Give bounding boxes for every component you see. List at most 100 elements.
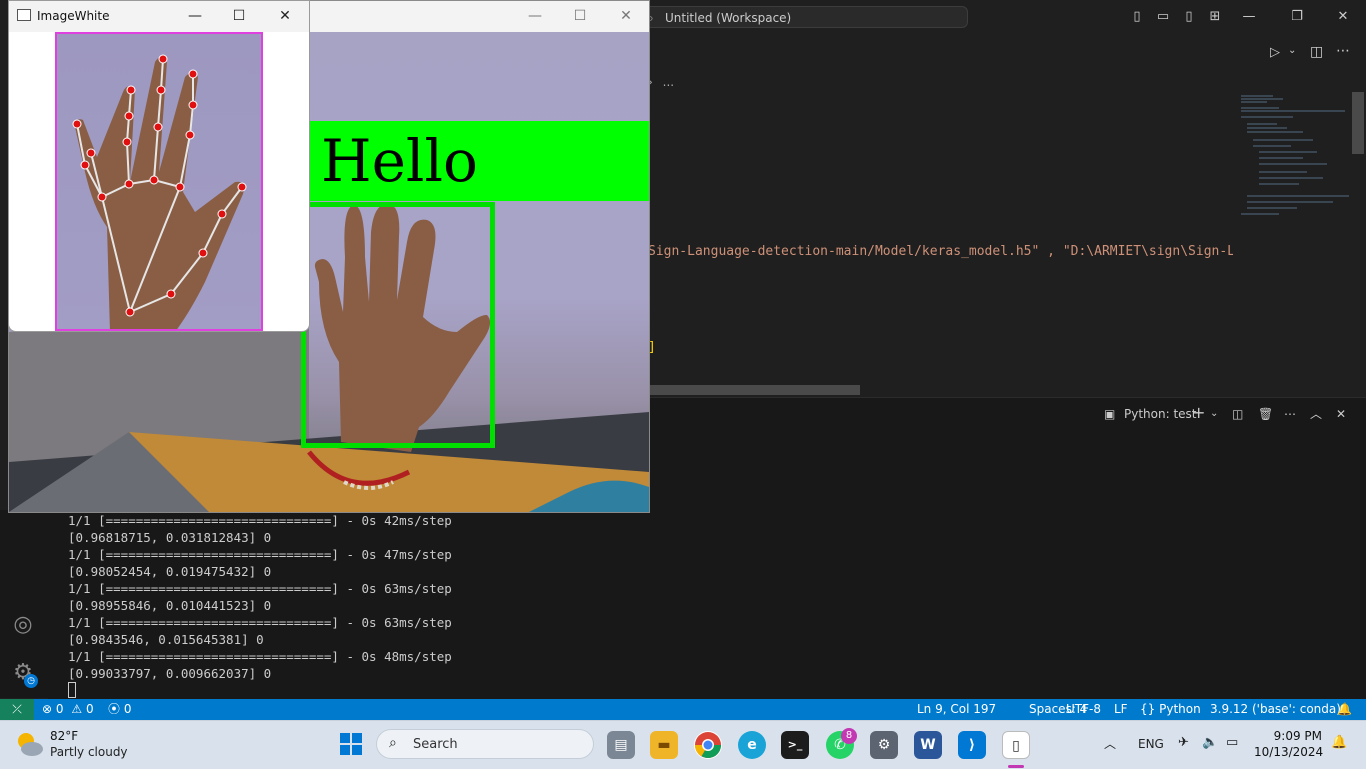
ports-count: 0 [123,702,132,716]
customize-layout-icon[interactable]: ⊞ [1206,8,1224,26]
taskbar-search-box[interactable]: ⌕ Search [376,729,594,759]
minimize-icon[interactable]: — [185,7,205,25]
notifications-bell-icon[interactable]: 🔔 [1337,699,1352,720]
code-line: Sign-Language-detection-main/Model/keras… [648,244,1243,259]
terminal-icon: ▣ [1104,407,1116,421]
close-icon[interactable]: ✕ [616,7,636,25]
maximize-icon[interactable]: ☐ [570,7,590,25]
minimap[interactable] [1233,92,1351,396]
terminal-app-icon[interactable]: >_ [781,731,809,759]
toggle-panel-icon[interactable]: ▭ [1154,8,1172,26]
show-hidden-icons-icon[interactable]: ︿ [1104,735,1116,752]
terminal-dropdown-icon[interactable]: ⌄ [1210,404,1218,424]
remote-indicator-icon[interactable]: ⤫ [0,699,34,720]
language-mode[interactable]: {} Python [1140,699,1201,720]
cursor-position[interactable]: Ln 9, Col 197 [917,699,996,720]
file-encoding[interactable]: UTF-8 [1066,699,1101,720]
editor-horizontal-scrollbar[interactable] [648,385,860,395]
imagewhite-window: ImageWhite — ☐ ✕ [8,0,310,332]
terminal-line: 1/1 [==============================] - 0… [68,615,452,630]
hand-bounding-box [301,202,495,448]
clock-date[interactable]: 10/13/2024 [1254,745,1323,759]
weather-desc[interactable]: Partly cloudy [50,745,128,759]
battery-icon[interactable]: ▭ [1226,735,1238,750]
accounts-icon[interactable]: ◎ [10,612,36,638]
cropped-hand-image [55,32,263,331]
clock-time[interactable]: 9:09 PM [1262,729,1322,743]
terminal-line: [0.98955846, 0.010441523] 0 [68,598,272,613]
editor-vertical-scrollbar[interactable] [1352,92,1364,154]
close-panel-icon[interactable]: ✕ [1336,404,1346,424]
window-close-icon[interactable]: ✕ [1334,8,1352,26]
editor-toolbar: ▷ ⌄ ◫ ⋯ [648,35,1366,71]
new-terminal-icon[interactable]: + [1192,403,1205,423]
activity-bar: ◎ ⚙ ◷ [0,510,48,698]
ports-status[interactable]: ⦿ 0 [108,699,131,720]
windows-taskbar: 82°F Partly cloudy ⌕ Search ▤ ▬ e >_ ✆ 8… [0,720,1366,769]
settings-gear-icon[interactable]: ⚙ [870,731,898,759]
command-center-search[interactable]: ⌕ Untitled (Workspace) [640,6,968,28]
line-ending[interactable]: LF [1114,699,1128,720]
minimize-icon[interactable]: — [525,7,545,25]
breadcrumb[interactable]: › ... [648,72,674,92]
run-dropdown-icon[interactable]: ⌄ [1288,45,1296,56]
terminal-line: 1/1 [==============================] - 0… [68,581,452,596]
whatsapp-badge: 8 [841,728,857,744]
more-actions-icon[interactable]: ⋯ [1336,43,1350,59]
terminal-line: 1/1 [==============================] - 0… [68,513,452,528]
terminal-tab-label[interactable]: Python: test [1124,404,1197,424]
toggle-secondary-sidebar-icon[interactable]: ▯ [1180,8,1198,26]
status-bar: ⤫ ⊗ 0 ⚠ 0 ⦿ 0 Ln 9, Col 197 Spaces: 4 UT… [0,699,1366,720]
terminal-line: [0.98052454, 0.019475432] 0 [68,564,272,579]
prediction-label: Hello [321,127,478,195]
hand-landmarks [72,54,247,329]
terminal-output[interactable]: 1/1 [==============================] - 0… [48,510,1348,700]
terminal-cursor [68,682,76,698]
word-icon[interactable]: W [914,731,942,759]
terminal-line: 1/1 [==============================] - 0… [68,649,452,664]
search-icon: ⌕ [389,735,397,751]
maximize-icon[interactable]: ☐ [229,7,249,25]
airplane-mode-icon[interactable]: ✈ [1178,735,1189,750]
weather-partly-cloudy-icon[interactable] [14,729,44,759]
file-explorer-icon[interactable]: ▬ [650,731,678,759]
broadcast-icon: ⦿ [108,702,121,716]
workspace-title: Untitled (Workspace) [665,11,792,25]
breadcrumb-item[interactable]: ... [663,75,674,89]
vscode-icon[interactable]: ⟩ [958,731,986,759]
window-restore-icon[interactable]: ❐ [1288,8,1306,26]
imagewhite-titlebar[interactable]: ImageWhite — ☐ ✕ [9,1,309,32]
chrome-icon[interactable] [694,731,722,759]
windows-start-icon[interactable] [340,733,362,755]
weather-temp[interactable]: 82°F [50,729,78,743]
split-terminal-icon[interactable]: ◫ [1232,404,1243,424]
kill-terminal-icon[interactable]: 🗑 [1258,404,1273,424]
volume-icon[interactable]: 🔈 [1202,735,1218,750]
code-editor[interactable]: Sign-Language-detection-main/Model/keras… [648,92,1243,396]
toggle-primary-sidebar-icon[interactable]: ▯ [1128,8,1146,26]
notepad-icon[interactable]: ▯ [1002,731,1030,759]
warning-count: 0 [85,702,94,716]
update-clock-icon: ◷ [24,674,38,688]
close-icon[interactable]: ✕ [275,7,295,25]
problems-status[interactable]: ⊗ 0 ⚠ 0 [42,699,94,720]
notification-center-bell-icon[interactable]: 🔔 [1331,735,1347,750]
window-title: ImageWhite [37,9,110,23]
python-interpreter[interactable]: 3.9.12 ('base': conda) [1210,699,1341,720]
window-minimize-icon[interactable]: — [1240,8,1258,26]
maximize-panel-icon[interactable]: ︿ [1310,404,1322,424]
edge-icon[interactable]: e [738,731,766,759]
search-label: Search [413,737,458,752]
more-actions-icon[interactable]: ⋯ [1284,404,1296,424]
input-language[interactable]: ENG [1138,737,1164,751]
task-view-icon[interactable]: ▤ [607,731,635,759]
error-icon: ⊗ [42,702,53,716]
split-editor-icon[interactable]: ◫ [1310,44,1323,60]
app-window-icon [17,9,31,21]
error-count: 0 [55,702,64,716]
run-python-icon[interactable]: ▷ [1270,45,1280,60]
terminal-line: [0.96818715, 0.031812843] 0 [68,530,272,545]
braces-icon: {} [1140,702,1156,716]
terminal-line: [0.99033797, 0.009662037] 0 [68,666,272,681]
warning-icon: ⚠ [71,702,83,716]
